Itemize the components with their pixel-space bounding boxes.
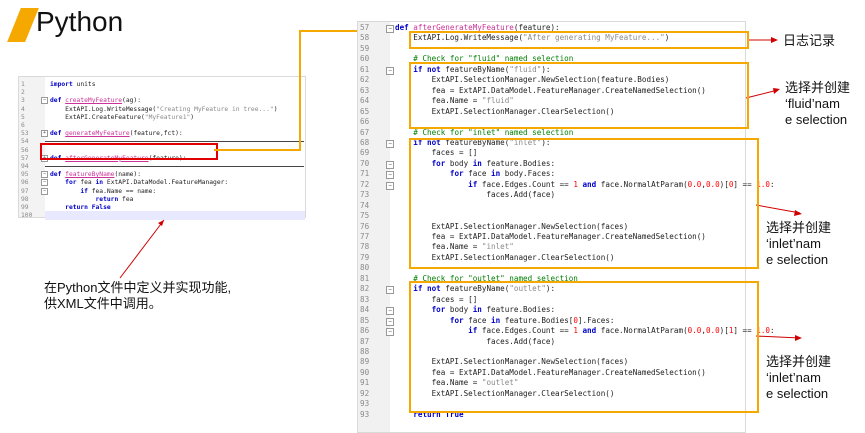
line-number: 76	[360, 221, 370, 231]
line-number: 67	[360, 127, 370, 137]
fluid-block-box	[409, 62, 749, 129]
outlet-block-box	[409, 281, 759, 413]
line-number: 81	[360, 273, 370, 283]
line-number: 80	[360, 263, 370, 273]
log-message-box	[409, 31, 749, 49]
line-number: 59	[360, 43, 370, 53]
line-number: 79	[360, 252, 370, 262]
line-number: 90	[360, 367, 370, 377]
inlet-arrow-head	[794, 210, 802, 216]
line-number: 91	[360, 378, 370, 388]
line-number: 89	[360, 357, 370, 367]
line-number: 65	[360, 106, 370, 116]
line-number: 61	[360, 64, 370, 74]
inlet-block-box	[409, 138, 759, 269]
log-arrow-head	[771, 37, 778, 43]
line-number: 58	[360, 33, 370, 43]
fold-toggle-icon[interactable]: −	[386, 160, 394, 169]
line-number: 62	[360, 75, 370, 85]
fluid-arrow-head	[773, 88, 780, 94]
line-number: 83	[360, 294, 370, 304]
line-number: 69	[360, 148, 370, 158]
line-number: 57	[360, 23, 370, 32]
line-number: 88	[360, 346, 370, 356]
fold-toggle-icon[interactable]: −	[386, 181, 394, 190]
gold-connector-line	[214, 30, 358, 151]
caption-arrow-head	[158, 220, 164, 226]
line-number: 73	[360, 190, 370, 200]
left-caption: 在Python文件中定义并实现功能, 供XML文件中调用。	[44, 280, 232, 311]
line-number: 66	[360, 117, 370, 127]
fold-toggle-icon[interactable]: −	[386, 286, 394, 295]
line-number: 82	[360, 284, 370, 294]
fold-toggle-icon[interactable]: −	[386, 25, 394, 33]
fold-toggle-icon[interactable]: −	[386, 307, 394, 316]
inlet-arrow-line	[755, 204, 801, 214]
line-number: 68	[360, 137, 370, 147]
note-fluid: 选择并创建 ‘fluid’nam e selection	[785, 80, 851, 127]
line-number: 87	[360, 336, 370, 346]
line-number: 63	[360, 85, 370, 95]
line-number: 60	[360, 54, 370, 64]
line-number: 70	[360, 158, 370, 168]
line-number: 78	[360, 242, 370, 252]
line-number: 92	[360, 388, 370, 398]
note-log: 日志记录	[783, 33, 836, 48]
caption-arrow-line	[119, 219, 165, 279]
outlet-arrow-head	[795, 335, 802, 341]
fold-toggle-icon[interactable]: −	[386, 317, 394, 326]
note-outlet: 选择并创建 ‘inlet’nam e selection	[766, 354, 832, 401]
fold-toggle-icon[interactable]: −	[386, 66, 394, 75]
fold-toggle-icon[interactable]: −	[386, 171, 394, 180]
line-number: 93	[360, 399, 370, 409]
fold-toggle-icon[interactable]: −	[386, 139, 394, 148]
line-number: 74	[360, 200, 370, 210]
line-number: 71	[360, 169, 370, 179]
line-number: 77	[360, 232, 370, 241]
line-number: 75	[360, 211, 370, 221]
note-inlet: 选择并创建 ‘inlet’nam e selection	[766, 220, 832, 267]
line-number: 86	[360, 326, 370, 336]
line-number: 72	[360, 179, 370, 189]
line-number: 93	[360, 409, 370, 419]
line-number: 84	[360, 305, 370, 315]
line-number: 64	[360, 96, 370, 106]
fluid-arrow-line	[745, 89, 779, 99]
fold-toggle-icon[interactable]: −	[386, 328, 394, 337]
code-text: # Check for "inlet" named selection	[413, 127, 574, 137]
code-line[interactable]: 67 # Check for "inlet" named selection	[358, 128, 745, 139]
line-number: 85	[360, 315, 370, 325]
